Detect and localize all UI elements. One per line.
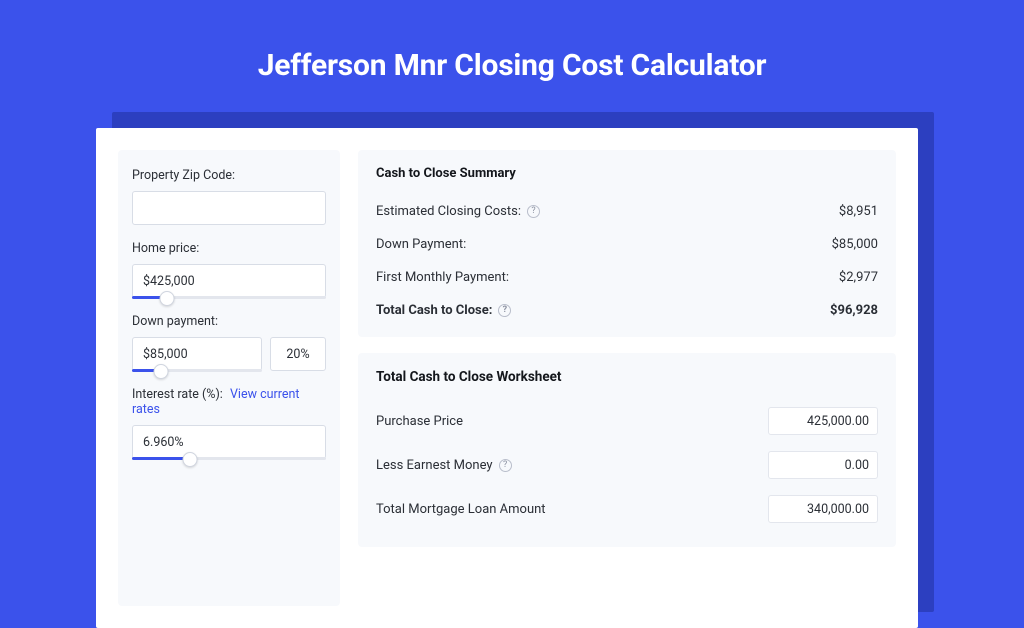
home-price-field: Home price: (132, 241, 326, 298)
summary-row-down-payment: Down Payment: $85,000 (376, 228, 878, 261)
page-title: Jefferson Mnr Closing Cost Calculator (0, 0, 1024, 113)
interest-field: Interest rate (%): View current rates (132, 387, 326, 459)
summary-row-total: Total Cash to Close: ? $96,928 (376, 294, 878, 327)
down-payment-field: Down payment: 20% (132, 314, 326, 371)
worksheet-row-mortgage-loan: Total Mortgage Loan Amount 340,000.00 (376, 487, 878, 531)
interest-label: Interest rate (%): View current rates (132, 387, 326, 417)
interest-slider-wrap (132, 425, 326, 459)
summary-row-first-monthly: First Monthly Payment: $2,977 (376, 261, 878, 294)
down-payment-slider-wrap (132, 337, 262, 371)
calculator-card: Property Zip Code: Home price: Down paym… (96, 128, 918, 628)
summary-value: $2,977 (839, 270, 878, 285)
interest-slider-thumb[interactable] (183, 452, 198, 467)
summary-total-label: Total Cash to Close: (376, 303, 492, 318)
summary-label: Down Payment: (376, 237, 466, 252)
worksheet-value-box[interactable]: 340,000.00 (768, 495, 878, 523)
home-price-slider-thumb[interactable] (159, 291, 174, 306)
worksheet-label: Purchase Price (376, 414, 463, 429)
worksheet-label: Less Earnest Money (376, 458, 493, 473)
help-icon[interactable]: ? (527, 205, 540, 218)
worksheet-title: Total Cash to Close Worksheet (376, 369, 878, 385)
summary-title: Cash to Close Summary (376, 166, 878, 181)
interest-label-text: Interest rate (%): (132, 387, 223, 402)
worksheet-row-earnest-money: Less Earnest Money ? 0.00 (376, 443, 878, 487)
down-payment-slider-thumb[interactable] (153, 364, 168, 379)
inputs-panel: Property Zip Code: Home price: Down paym… (118, 150, 340, 606)
summary-value: $8,951 (839, 204, 878, 219)
summary-value: $85,000 (832, 237, 878, 252)
help-icon[interactable]: ? (498, 304, 511, 317)
down-payment-pct-input[interactable]: 20% (270, 337, 326, 371)
worksheet-value-box[interactable]: 0.00 (768, 451, 878, 479)
zip-field: Property Zip Code: (132, 168, 326, 225)
worksheet-box: Total Cash to Close Worksheet Purchase P… (358, 353, 896, 547)
worksheet-label: Total Mortgage Loan Amount (376, 502, 546, 517)
summary-label: Estimated Closing Costs: (376, 204, 521, 219)
summary-label: First Monthly Payment: (376, 270, 509, 285)
results-panel: Cash to Close Summary Estimated Closing … (358, 150, 896, 606)
summary-total-value: $96,928 (830, 303, 878, 318)
worksheet-row-purchase-price: Purchase Price 425,000.00 (376, 399, 878, 443)
down-payment-input[interactable] (132, 337, 262, 371)
summary-box: Cash to Close Summary Estimated Closing … (358, 150, 896, 337)
help-icon[interactable]: ? (499, 459, 512, 472)
home-price-label: Home price: (132, 241, 326, 256)
zip-input[interactable] (132, 191, 326, 225)
summary-row-closing-costs: Estimated Closing Costs: ? $8,951 (376, 195, 878, 228)
down-payment-label: Down payment: (132, 314, 326, 329)
home-price-slider-wrap (132, 264, 326, 298)
interest-input[interactable] (132, 425, 326, 459)
worksheet-value-box[interactable]: 425,000.00 (768, 407, 878, 435)
interest-slider-fill (132, 457, 190, 460)
zip-label: Property Zip Code: (132, 168, 326, 183)
